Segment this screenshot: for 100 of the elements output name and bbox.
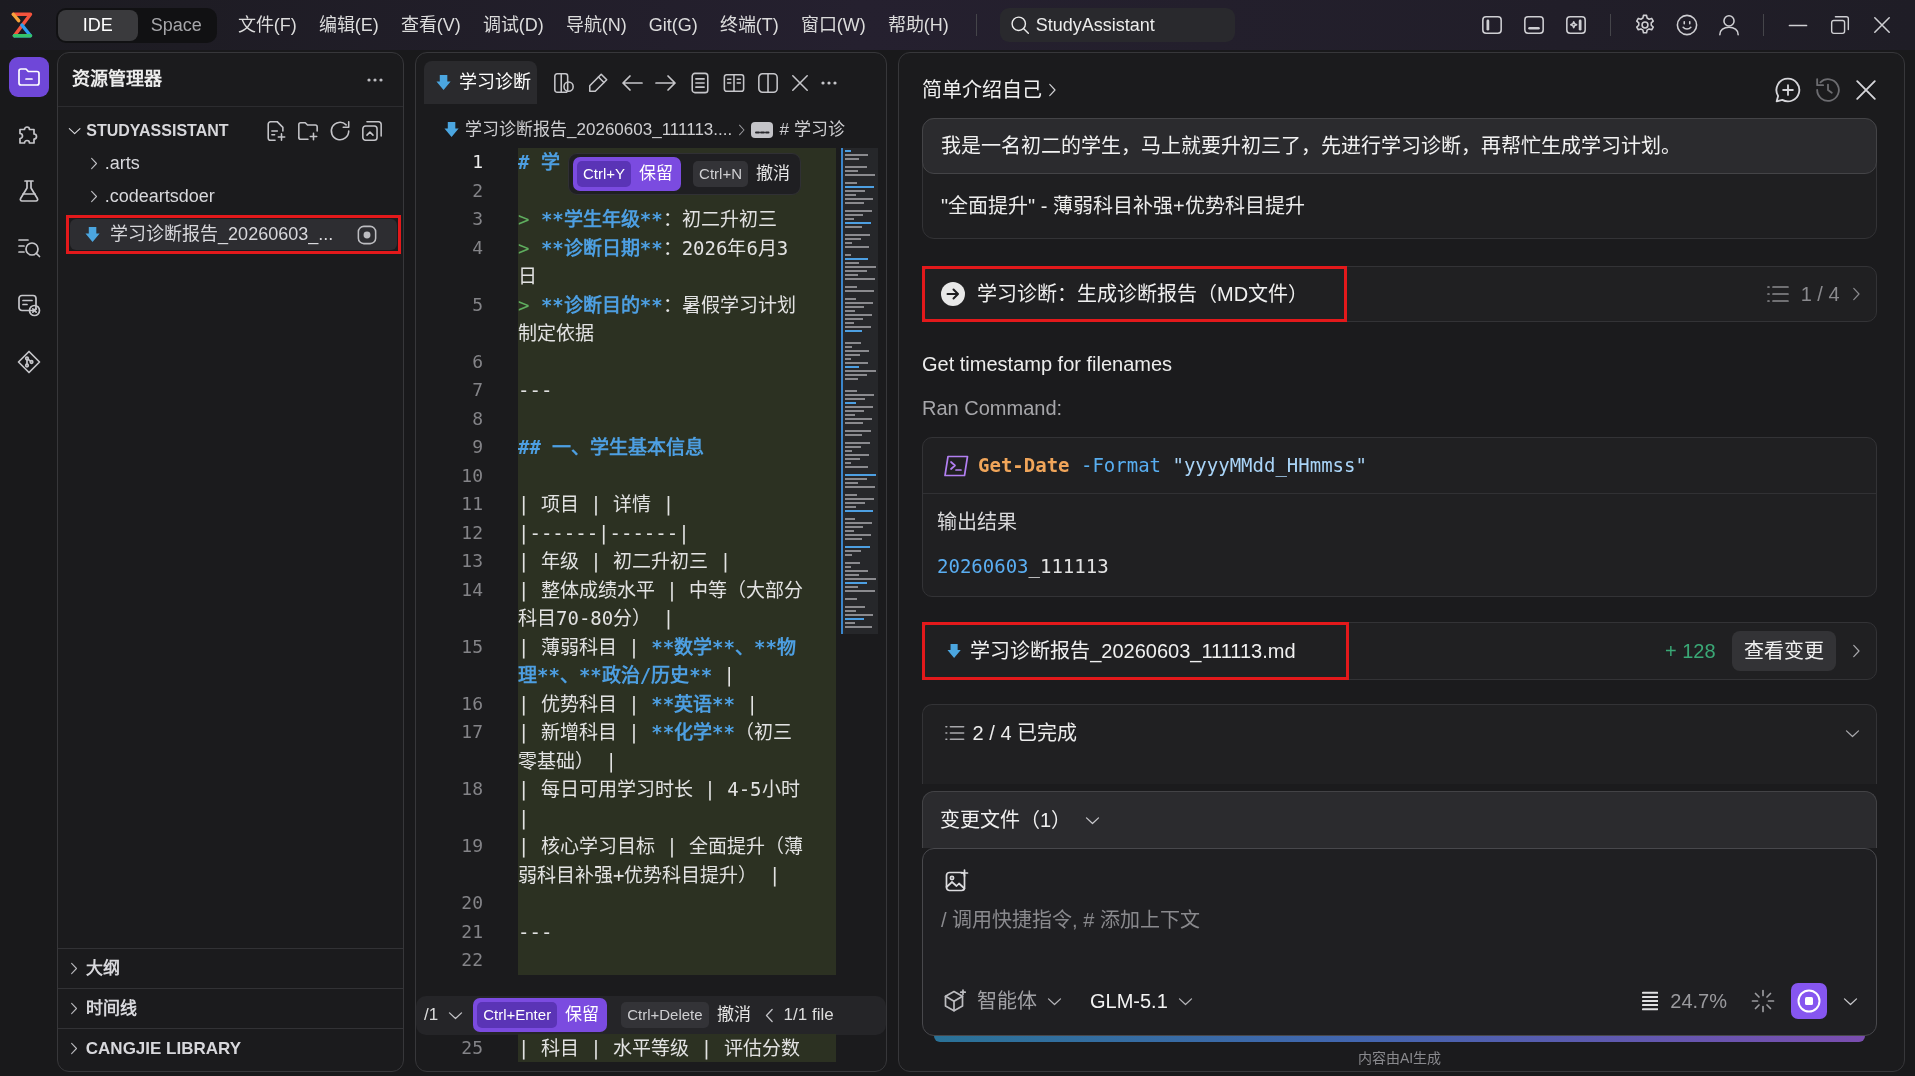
todo-summary[interactable]: 2 / 4 已完成 <box>972 718 1078 748</box>
output-label: 输出结果 <box>937 510 1018 535</box>
section-header[interactable]: CANGJIE LIBRARY <box>58 1028 403 1068</box>
chevron-left-icon[interactable] <box>764 1007 774 1023</box>
change-counter: /1 <box>424 1004 439 1027</box>
panel-title: 资源管理器 <box>72 68 162 91</box>
editor-tab[interactable]: 学习诊断 <box>424 61 537 104</box>
markdown-file-icon <box>85 226 101 243</box>
shortcut-key: Ctrl+Y <box>577 161 632 187</box>
search-box[interactable]: StudyAssistant <box>999 8 1235 42</box>
close-icon[interactable] <box>1873 16 1891 34</box>
left-panel-icon[interactable] <box>1481 14 1503 36</box>
chevron-down-icon[interactable] <box>1845 728 1860 738</box>
chat-title[interactable]: 简单介绍自己 <box>922 75 1042 105</box>
breadcrumb-item[interactable]: 学习诊断报告_20260603_111113.... <box>465 116 733 143</box>
mode-tab[interactable]: Space <box>137 9 215 41</box>
document-icon[interactable] <box>689 71 711 94</box>
chevron-down-icon[interactable] <box>1843 996 1858 1006</box>
section-header[interactable]: 时间线 <box>58 988 403 1028</box>
refresh-icon[interactable] <box>329 120 351 142</box>
line-number: 6 <box>471 349 483 374</box>
menu-item[interactable]: 查看(V) <box>389 10 472 40</box>
right-panel-icon[interactable] <box>1565 14 1587 36</box>
chevron-down-icon <box>1085 815 1101 825</box>
keep-button[interactable]: Ctrl+Y 保留 <box>573 157 682 191</box>
new-chat-icon[interactable] <box>1775 77 1801 103</box>
mode-tab[interactable]: IDE <box>57 9 138 41</box>
view-changes-button[interactable]: 查看变更 <box>1731 631 1836 671</box>
tree-item[interactable]: .codeartsdoer <box>58 180 403 213</box>
restore-icon[interactable] <box>1830 15 1850 35</box>
activity-tab[interactable] <box>8 57 49 97</box>
task-step-row[interactable]: 学习诊断：生成诊断报告（MD文件） 1 / 4 <box>922 266 1877 322</box>
symbol-icon <box>751 121 774 138</box>
smiley-icon[interactable] <box>1676 14 1698 36</box>
terminal-icon <box>943 454 969 477</box>
image-add-icon[interactable] <box>945 869 969 893</box>
line-number: 20 <box>460 891 483 915</box>
stop-icon <box>1797 989 1821 1013</box>
file-name[interactable]: 学习诊断报告_20260603_111113.md <box>970 636 1296 666</box>
mode-dropdown[interactable]: 智能体 <box>971 986 1068 1016</box>
search-list-icon <box>16 236 41 260</box>
project-name[interactable]: STUDYASSISTANT <box>86 119 229 143</box>
arrow-left-icon[interactable] <box>621 73 643 92</box>
file-change-row[interactable]: 学习诊断报告_20260603_111113.md + 128 查看变更 <box>922 622 1877 680</box>
ai-disclaimer: 内容由AI生成 <box>1356 1049 1443 1068</box>
undo-button[interactable]: Ctrl+Delete 撤消 <box>617 998 755 1032</box>
line-number: 10 <box>460 463 483 488</box>
pencil-icon[interactable] <box>587 71 609 94</box>
list-icon <box>945 725 965 741</box>
breadcrumb-item[interactable]: # 学习诊 <box>779 116 845 143</box>
bottom-panel-icon[interactable] <box>1523 14 1545 36</box>
menu-item[interactable]: 编辑(E) <box>307 10 390 40</box>
command-output: 20260603_111113 <box>937 554 1110 580</box>
chevron-right-icon[interactable] <box>1048 83 1057 97</box>
keep-button[interactable]: Ctrl+Enter 保留 <box>473 998 608 1032</box>
arrow-right-icon[interactable] <box>655 73 677 92</box>
message-input[interactable]: / 调用快捷指令, # 添加上下文 <box>941 905 1858 937</box>
shortcut-key: Ctrl+Enter <box>477 1002 558 1028</box>
section-header[interactable]: 大纲 <box>58 948 403 988</box>
split-editor-icon[interactable] <box>757 71 779 94</box>
minimize-icon[interactable] <box>1788 23 1808 27</box>
menu-item[interactable]: 调试(D) <box>471 10 555 40</box>
stop-button[interactable] <box>1791 983 1827 1019</box>
line-number: 2 <box>471 178 483 203</box>
menu-item[interactable]: 窗口(W) <box>789 10 877 40</box>
line-number: 17 <box>460 720 483 744</box>
close-icon[interactable] <box>791 73 809 92</box>
new-file-icon[interactable] <box>265 120 287 142</box>
preview-icon[interactable] <box>553 71 575 94</box>
new-folder-icon[interactable] <box>297 120 319 142</box>
collapse-all-icon[interactable] <box>361 120 383 142</box>
book-icon[interactable] <box>723 71 745 94</box>
more-icon[interactable] <box>367 77 383 82</box>
chevron-right-icon[interactable] <box>1851 644 1860 658</box>
menu-item[interactable]: 文件(F) <box>226 10 308 40</box>
account-icon[interactable] <box>1718 14 1740 36</box>
sparkle-icon[interactable] <box>1751 989 1775 1013</box>
changed-files-header[interactable]: 变更文件（1） <box>922 791 1877 848</box>
line-number: 4 <box>471 235 483 260</box>
menu-item[interactable]: Git(G) <box>637 10 709 40</box>
chevron-down-icon[interactable] <box>448 1010 464 1020</box>
shortcut-key: Ctrl+N <box>693 161 748 187</box>
menu-item[interactable]: 终端(T) <box>708 10 790 40</box>
file-counter: 1/1 file <box>783 1004 834 1027</box>
settings-icon[interactable] <box>1634 14 1656 36</box>
context-meter-icon <box>1641 991 1659 1011</box>
checklist-icon <box>16 293 41 317</box>
menu-item[interactable]: 帮助(H) <box>876 10 960 40</box>
branch-icon <box>16 350 41 374</box>
markdown-file-icon <box>436 74 452 91</box>
chevron-right-icon[interactable] <box>1851 287 1860 301</box>
more-icon[interactable] <box>821 80 837 85</box>
tree-item[interactable]: 学习诊断报告_20260603_... <box>70 219 397 250</box>
line-number: 9 <box>471 435 483 459</box>
cube-sparkle-icon <box>943 989 967 1013</box>
menu-item[interactable]: 导航(N) <box>554 10 638 40</box>
chevron-down-icon[interactable] <box>68 127 82 135</box>
tree-item[interactable]: .arts <box>58 147 403 180</box>
model-dropdown[interactable]: GLM-5.1 <box>1084 986 1199 1016</box>
close-icon[interactable] <box>1855 79 1877 101</box>
